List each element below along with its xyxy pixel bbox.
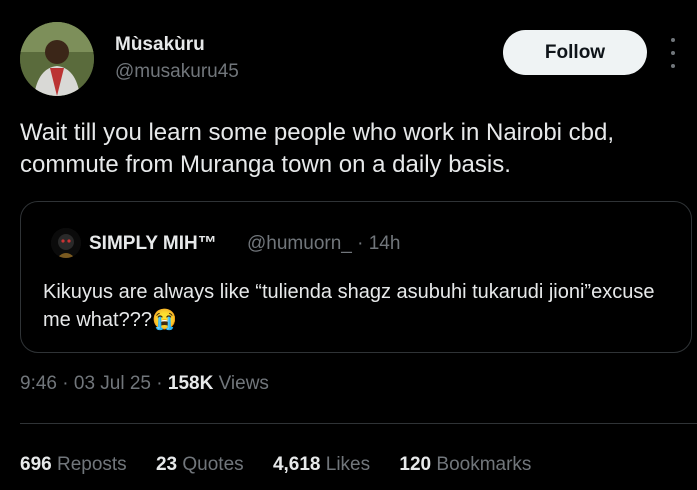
views-count: 158K [167, 373, 214, 394]
reposts-count: 696 [20, 454, 52, 475]
meta-separator: · [156, 373, 168, 394]
author-avatar[interactable] [20, 22, 94, 96]
quotes-label: Quotes [182, 454, 244, 475]
likes-label: Likes [325, 454, 371, 475]
quoted-handle-time[interactable]: @humuorn_ · 14h [247, 233, 400, 255]
quoted-author-avatar[interactable] [51, 228, 81, 258]
bookmarks-label: Bookmarks [436, 454, 532, 475]
reposts-label: Reposts [56, 454, 127, 475]
quotes-count: 23 [155, 454, 178, 475]
quotes-stat[interactable]: 23 Quotes [156, 454, 244, 475]
engagement-stats: 696 Reposts 23 Quotes 4,618 Likes 120 Bo… [20, 454, 555, 476]
reposts-stat[interactable]: 696 Reposts [20, 454, 127, 475]
tweet-meta: 9:46 · 03 Jul 25 · 158K Views [20, 373, 269, 395]
quoted-text: Kikuyus are always like “tulienda shagz … [43, 281, 655, 331]
views-label: Views [218, 373, 269, 394]
divider [20, 423, 697, 424]
follow-button[interactable]: Follow [503, 30, 647, 75]
tweet-text: Wait till you learn some people who work… [20, 119, 615, 178]
tweet-time[interactable]: 9:46 [20, 373, 57, 394]
tweet-date[interactable]: 03 Jul 25 [74, 373, 151, 394]
likes-stat[interactable]: 4,618 Likes [273, 454, 370, 475]
more-vertical-icon[interactable] [667, 38, 679, 68]
quoted-display-name[interactable]: SIMPLY MIH™ [89, 233, 217, 255]
author-handle[interactable]: @musakuru45 [115, 61, 239, 83]
quoted-tweet[interactable]: SIMPLY MIH™ @humuorn_ · 14h Kikuyus are … [20, 201, 692, 353]
author-display-name[interactable]: Mùsakùru [115, 34, 205, 56]
likes-count: 4,618 [272, 454, 321, 475]
bookmarks-count: 120 [399, 454, 432, 475]
bookmarks-stat[interactable]: 120 Bookmarks [399, 454, 531, 475]
meta-separator: · [62, 373, 74, 394]
